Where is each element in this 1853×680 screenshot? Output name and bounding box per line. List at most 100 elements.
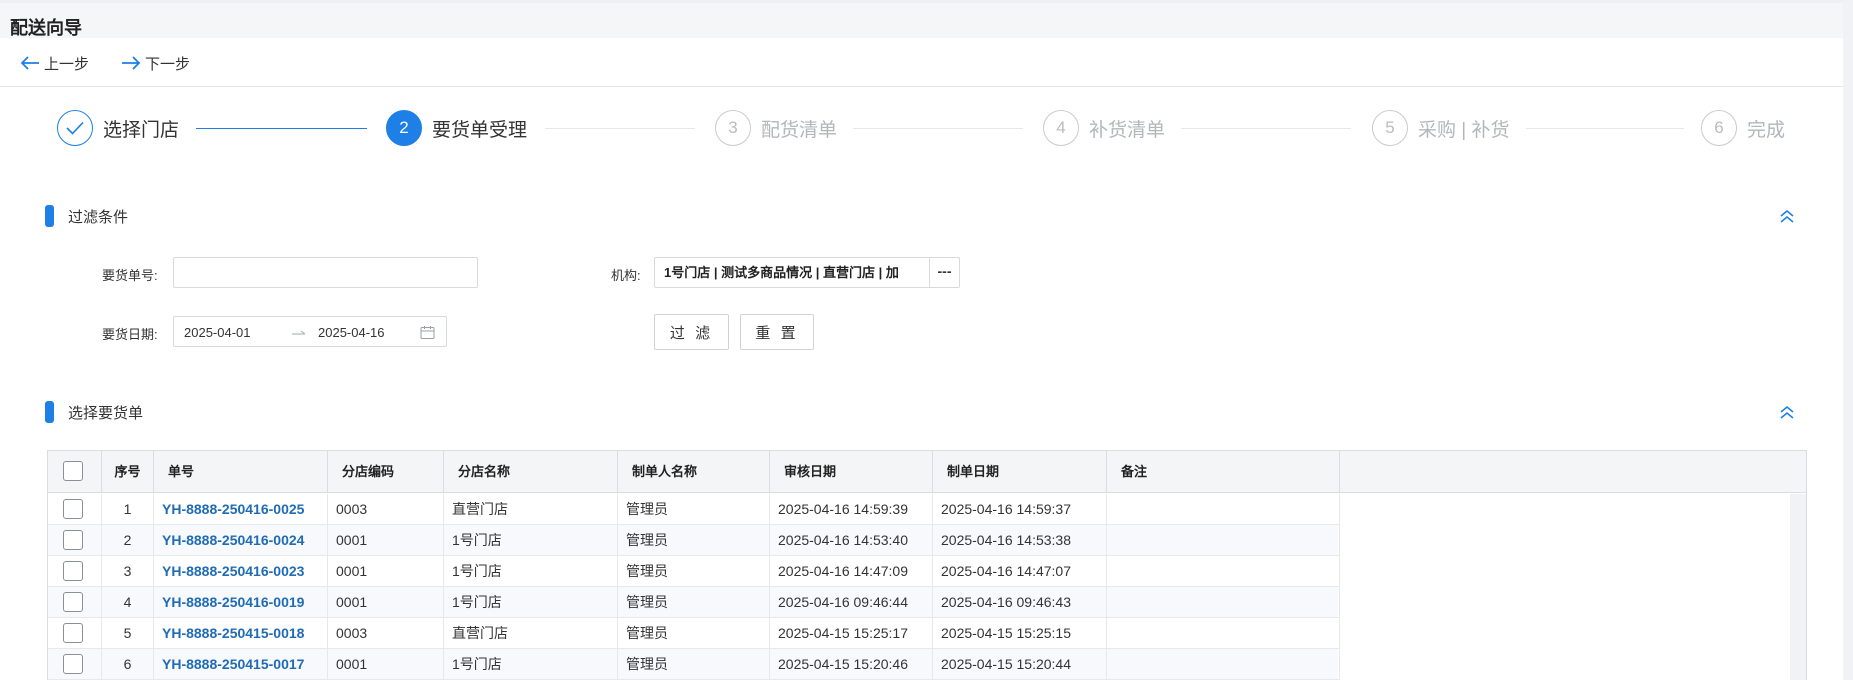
table-header: 序号 单号 分店编码 分店名称 制单人名称 审核日期 制单日期 备注 (48, 451, 1806, 493)
row-make-date: 2025-04-16 14:59:37 (933, 494, 1107, 525)
column-header-bill-no[interactable]: 单号 (154, 451, 328, 493)
org-label: 机构: (611, 268, 641, 283)
arrow-right-icon (122, 56, 141, 70)
row-store-name: 1号门店 (444, 587, 618, 618)
double-chevron-up-icon[interactable] (1778, 207, 1796, 225)
next-step-button[interactable]: 下一步 (120, 52, 190, 74)
row-checkbox[interactable] (63, 499, 83, 519)
row-bill-no-link[interactable]: YH-8888-250416-0023 (154, 556, 328, 587)
date-from[interactable]: 2025-04-01 (184, 325, 251, 340)
filter-section-title: 过滤条件 (68, 208, 129, 226)
row-audit-date: 2025-04-15 15:25:17 (770, 618, 933, 649)
step-select-store[interactable]: 选择门店 (57, 110, 179, 146)
step-label: 完成 (1747, 119, 1786, 141)
row-bill-no-link[interactable]: YH-8888-250416-0024 (154, 525, 328, 556)
row-audit-date: 2025-04-16 14:47:09 (770, 556, 933, 587)
row-make-date: 2025-04-15 15:25:15 (933, 618, 1107, 649)
row-select-cell (48, 618, 102, 649)
row-checkbox[interactable] (63, 592, 83, 612)
column-header-store-name[interactable]: 分店名称 (444, 451, 618, 493)
row-audit-date: 2025-04-16 09:46:44 (770, 587, 933, 618)
column-header-audit-date[interactable]: 审核日期 (770, 451, 933, 493)
step-number-badge: 2 (386, 110, 422, 146)
step-number-badge: 4 (1043, 110, 1079, 146)
select-all-cell (48, 451, 102, 493)
row-seq: 3 (102, 556, 154, 587)
row-remark (1107, 525, 1340, 556)
step-number-badge: 6 (1701, 110, 1737, 146)
table-row[interactable]: 6 YH-8888-250415-0017 0001 1号门店 管理员 2025… (48, 649, 1340, 680)
prev-step-label: 上一步 (44, 55, 90, 73)
row-select-cell (48, 525, 102, 556)
step-label: 补货清单 (1089, 119, 1166, 141)
orders-section-header: 选择要货单 (45, 400, 143, 424)
wizard-steps: 选择门店 2 要货单受理 3 配货清单 4 补货清单 5 采购 | 补货 6 完… (0, 100, 1843, 156)
row-bill-no-link[interactable]: YH-8888-250415-0018 (154, 618, 328, 649)
row-checkbox[interactable] (63, 561, 83, 581)
step-number-badge: 5 (1372, 110, 1408, 146)
row-bill-no-link[interactable]: YH-8888-250416-0019 (154, 587, 328, 618)
step-finish[interactable]: 6 完成 (1701, 110, 1785, 146)
next-step-label: 下一步 (145, 55, 191, 73)
table-row[interactable]: 4 YH-8888-250416-0019 0001 1号门店 管理员 2025… (48, 587, 1340, 618)
calendar-icon[interactable] (420, 325, 435, 340)
prev-step-button[interactable]: 上一步 (19, 52, 89, 74)
column-header-make-date[interactable]: 制单日期 (933, 451, 1107, 493)
row-store-code: 0001 (328, 587, 444, 618)
org-selector[interactable]: 1号门店 | 测试多商品情况 | 直营门店 | 加 --- (654, 257, 960, 288)
column-header-maker[interactable]: 制单人名称 (618, 451, 770, 493)
row-remark (1107, 494, 1340, 525)
orders-section-title: 选择要货单 (68, 404, 144, 422)
table-row[interactable]: 1 YH-8888-250416-0025 0003 直营门店 管理员 2025… (48, 494, 1340, 525)
filter-button[interactable]: 过 滤 (654, 314, 729, 350)
step-replenish-list[interactable]: 4 补货清单 (1043, 110, 1165, 146)
step-connector (853, 128, 1023, 129)
row-remark (1107, 556, 1340, 587)
row-make-date: 2025-04-16 14:53:38 (933, 525, 1107, 556)
row-bill-no-link[interactable]: YH-8888-250416-0025 (154, 494, 328, 525)
window-gutter (1843, 0, 1853, 680)
row-checkbox[interactable] (63, 654, 83, 674)
column-header-store-code[interactable]: 分店编码 (328, 451, 444, 493)
date-to[interactable]: 2025-04-16 (318, 325, 385, 340)
row-select-cell (48, 649, 102, 680)
arrow-left-icon (20, 56, 39, 70)
table-vertical-scrollbar[interactable] (1790, 494, 1806, 680)
row-store-code: 0001 (328, 525, 444, 556)
step-label: 配货清单 (761, 119, 838, 141)
reset-button[interactable]: 重 置 (740, 314, 814, 350)
step-connector (545, 128, 695, 129)
step-label: 要货单受理 (432, 119, 528, 141)
org-more-button[interactable]: --- (929, 258, 959, 287)
step-label: 选择门店 (103, 119, 180, 141)
table-row[interactable]: 5 YH-8888-250415-0018 0003 直营门店 管理员 2025… (48, 618, 1340, 649)
row-seq: 2 (102, 525, 154, 556)
date-range-picker[interactable]: 2025-04-01 2025-04-16 (173, 316, 447, 347)
table-row[interactable]: 3 YH-8888-250416-0023 0001 1号门店 管理员 2025… (48, 556, 1340, 587)
row-make-date: 2025-04-16 09:46:43 (933, 587, 1107, 618)
row-seq: 4 (102, 587, 154, 618)
row-checkbox[interactable] (63, 623, 83, 643)
check-icon (66, 121, 84, 135)
step-done-badge (57, 110, 93, 146)
table-row[interactable]: 2 YH-8888-250416-0024 0001 1号门店 管理员 2025… (48, 525, 1340, 556)
double-chevron-up-icon[interactable] (1778, 403, 1796, 421)
section-marker (45, 401, 54, 423)
column-header-seq[interactable]: 序号 (102, 451, 154, 493)
row-bill-no-link[interactable]: YH-8888-250415-0017 (154, 649, 328, 680)
row-checkbox[interactable] (63, 530, 83, 550)
select-all-checkbox[interactable] (63, 461, 83, 481)
section-marker (45, 205, 54, 227)
column-header-remark[interactable]: 备注 (1107, 451, 1340, 493)
row-maker: 管理员 (618, 494, 770, 525)
row-maker: 管理员 (618, 618, 770, 649)
row-make-date: 2025-04-15 15:20:44 (933, 649, 1107, 680)
order-no-input[interactable] (173, 257, 478, 288)
row-seq: 1 (102, 494, 154, 525)
step-distribution-list[interactable]: 3 配货清单 (715, 110, 837, 146)
wizard-toolbar: 上一步 下一步 (0, 38, 1843, 87)
row-remark (1107, 587, 1340, 618)
org-value: 1号门店 | 测试多商品情况 | 直营门店 | 加 (664, 265, 899, 280)
step-purchase-replenish[interactable]: 5 采购 | 补货 (1372, 110, 1510, 146)
step-order-acceptance[interactable]: 2 要货单受理 (386, 110, 527, 146)
